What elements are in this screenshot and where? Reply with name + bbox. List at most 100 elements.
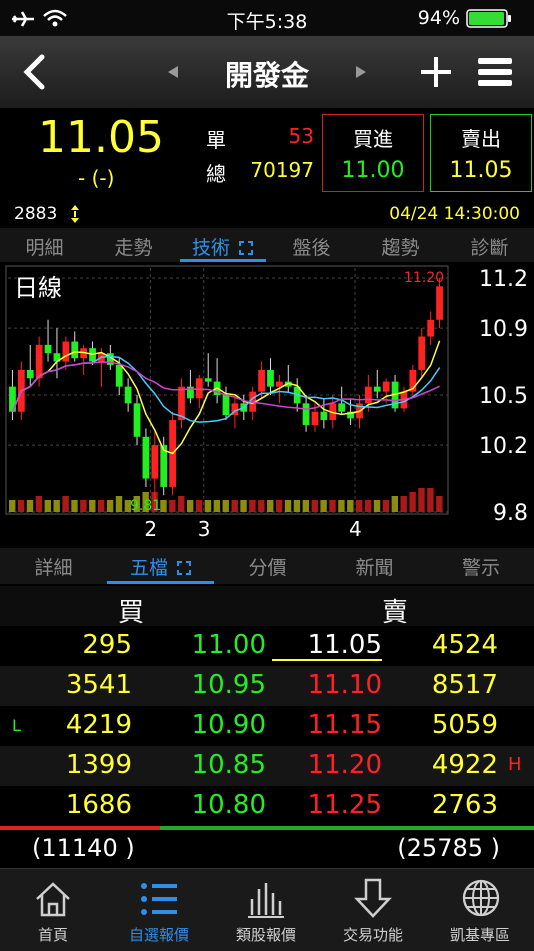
tabbar-trade[interactable]: 交易功能 [320,869,426,951]
add-icon[interactable] [418,54,454,90]
tab-five-levels[interactable]: 五檔 [107,553,214,580]
tab-diagnosis[interactable]: 診斷 [445,233,534,260]
next-stock-icon[interactable] [354,64,368,80]
bar-chart-icon [248,883,284,918]
candle-body [142,436,150,479]
book-row: 1686 10.80 11.25 2763 [0,786,534,826]
candle-body [124,386,132,404]
tabbar-watchlist-label: 自選報價 [128,926,189,944]
y-tick-label: 11.2 [479,267,528,292]
bid-qty: 1686 [65,790,132,820]
volume-bar [222,500,229,512]
buy-price: 11.00 [341,158,405,183]
volume-bar [97,500,105,512]
volume-bar [338,500,345,512]
tab-price-dist[interactable]: 分價 [214,553,321,580]
ask-price: 11.05 [307,630,382,660]
ask-qty: 2763 [431,790,498,820]
candle-body [222,395,230,416]
candle-body [338,403,346,412]
volume-bar [409,492,416,512]
sell-box[interactable]: 賣出 11.05 [430,114,532,192]
tabbar-sector[interactable]: 類股報價 [213,869,319,951]
volume-bar [35,496,43,512]
buy-box[interactable]: 買進 11.00 [322,114,424,192]
ask-price: 11.10 [307,670,382,700]
high-annotation: 11.20 [404,270,444,286]
bid-qty: 1399 [65,750,132,780]
volume-bar [275,500,283,512]
candle-body [258,369,265,392]
ask-qty: 5059 [431,710,498,740]
volume-bar [427,488,434,512]
tabbar-kgi-zone[interactable]: 凱基專區 [427,869,533,951]
volume-bar [80,500,87,512]
tab-details[interactable]: 明細 [0,233,89,260]
top-tabs: 明細 走勢 技術 盤後 趨勢 診斷 [0,228,534,262]
candle-body [204,378,212,382]
price-change: - (-) [78,166,115,190]
tab-detail[interactable]: 詳細 [0,553,107,580]
y-tick-label: 9.8 [493,501,528,526]
volume-bar [178,496,185,512]
high-flag: H [508,754,522,775]
candle-body [311,411,319,426]
volume-bar [9,500,16,512]
sort-arrows-icon[interactable] [70,204,80,224]
candle-body [267,369,274,387]
bid-price: 10.95 [191,670,266,700]
menu-icon[interactable] [476,54,514,90]
tab-technical[interactable]: 技術 [178,233,267,260]
candlestick-chart[interactable]: 日線 11.20 9.81 11.2 10.9 10.5 10.2 9.8 2 3 4 [0,262,534,546]
volume-bar [436,496,443,512]
volume-bar [53,500,60,512]
volume-bar [195,500,203,512]
volume-bar [364,500,372,512]
total-label: 總 [206,162,226,186]
volume-bar [329,500,336,512]
single-volume: 53 [288,124,314,148]
bid-price: 10.85 [191,750,266,780]
volume-bar [62,496,69,512]
tabbar-home[interactable]: 首頁 [0,869,106,951]
bid-price: 10.80 [191,790,266,820]
tab-alert[interactable]: 警示 [428,553,534,580]
bid-qty: 295 [82,630,132,660]
tab-news[interactable]: 新聞 [321,553,428,580]
chart-title: 日線 [14,274,62,302]
tab-trend[interactable]: 走勢 [89,233,178,260]
candle-body [44,344,52,354]
tab-tendency[interactable]: 趨勢 [356,233,445,260]
tabbar-trade-label: 交易功能 [342,926,403,944]
tab-active-underline [107,581,214,584]
trade-arrow-icon [354,878,392,918]
volume-bar [231,500,238,512]
tabbar-home-label: 首頁 [37,926,68,944]
candle-body [71,341,79,359]
tabbar-watchlist[interactable]: 自選報價 [106,869,212,951]
candle-body [427,319,435,337]
volume-bar [400,496,407,512]
stock-code: 2883 [14,204,58,224]
book-row: 295 11.00 11.05 4524 [0,626,534,666]
candle-body [302,403,310,426]
status-bar: 下午5:38 94% [0,0,534,36]
sell-label: 賣出 [461,127,501,151]
candle-body [133,403,141,437]
volume-bar [311,500,318,512]
y-tick-label: 10.5 [479,384,528,409]
candle-body [382,381,390,392]
mid-tabs: 詳細 五檔 分價 新聞 警示 [0,548,534,584]
tab-technical-label: 技術 [191,237,230,259]
volume-bar [249,500,256,512]
volume-bar [26,500,34,512]
last-price: 11.05 [38,112,164,163]
expand-icon [177,561,192,575]
bid-price: 11.00 [191,630,266,660]
tab-after-hours[interactable]: 盤後 [267,233,356,260]
low-annotation: 9.81 [130,498,161,514]
book-totals: (11140 ) (25785 ) [0,830,534,868]
candle-body [115,364,123,387]
volume-bar [186,500,194,512]
volume-bar [44,500,51,512]
